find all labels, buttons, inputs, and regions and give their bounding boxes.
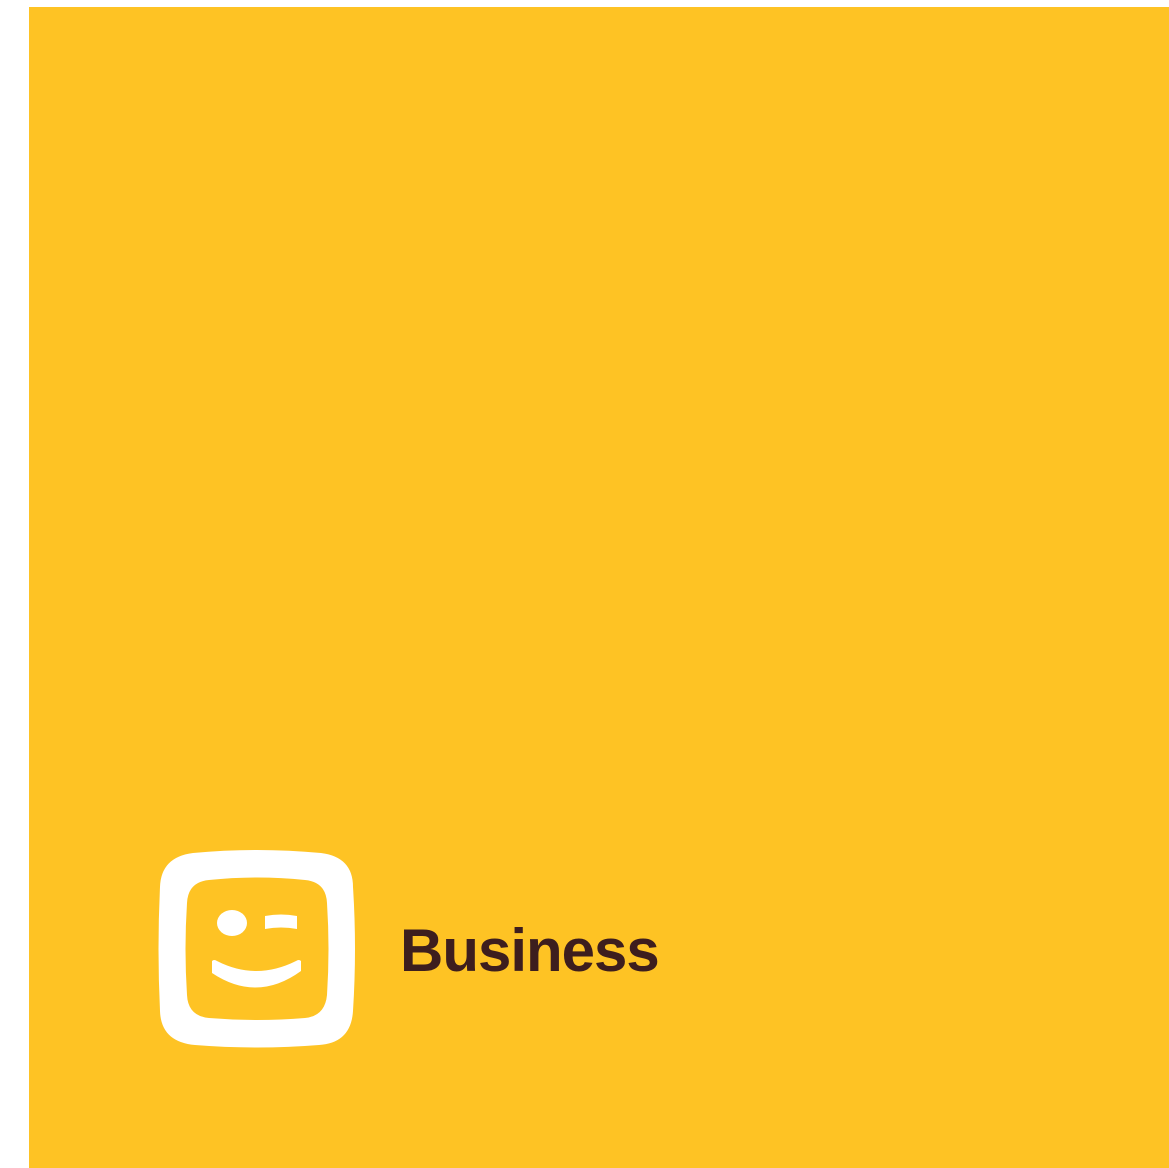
brand-label: Business bbox=[400, 917, 660, 984]
canvas: Business bbox=[0, 0, 1169, 1168]
winking-face-logo-icon bbox=[157, 849, 357, 1049]
